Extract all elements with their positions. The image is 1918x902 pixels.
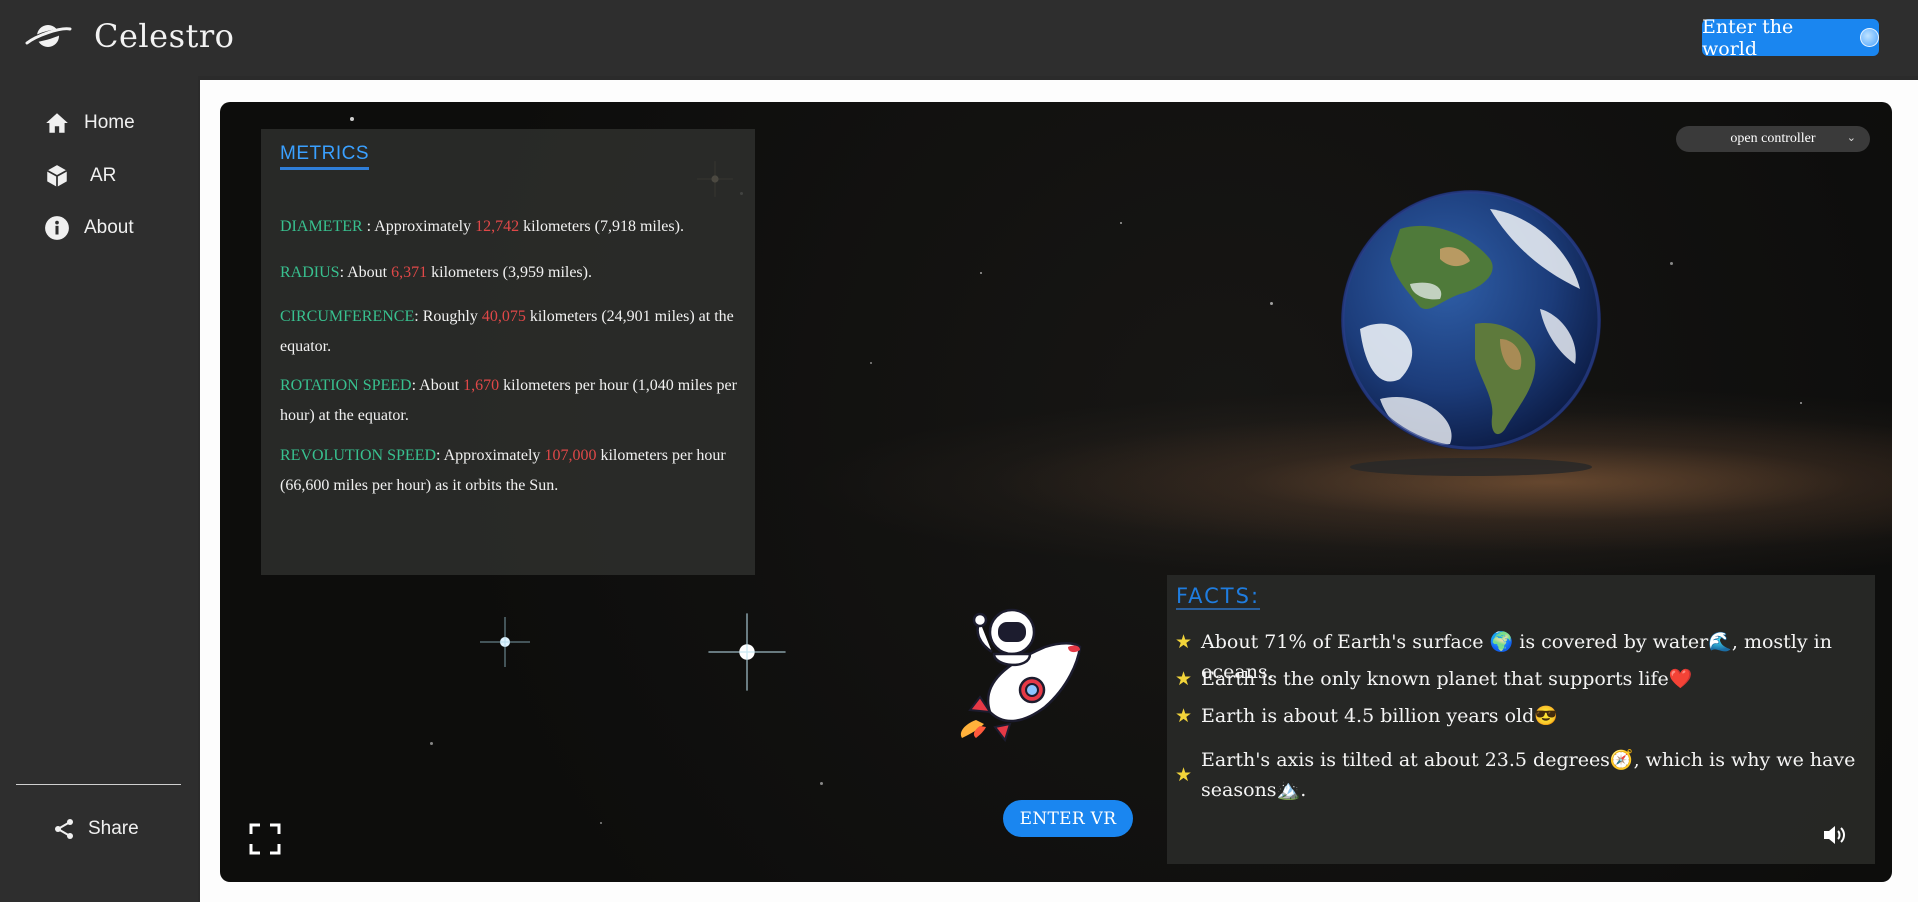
sidebar-item-ar[interactable]: AR	[44, 159, 116, 193]
metrics-panel: METRICS DIAMETER : Approximately 12,742 …	[261, 129, 755, 575]
metric-text: : About	[411, 377, 464, 394]
globe-icon	[1860, 28, 1879, 47]
earth-scene[interactable]: METRICS DIAMETER : Approximately 12,742 …	[220, 102, 1892, 882]
sidebar-item-label: About	[84, 217, 134, 238]
metric-value: 40,075	[481, 308, 526, 325]
brand[interactable]: Celestro	[24, 14, 234, 58]
facts-panel: FACTS: ★ About 71% of Earth's surface 🌍 …	[1167, 575, 1875, 864]
star-icon: ★	[1175, 705, 1193, 727]
star-flare	[708, 613, 786, 691]
sidebar-item-label: AR	[90, 165, 117, 186]
metric-key: REVOLUTION SPEED	[280, 447, 436, 464]
share-label: Share	[88, 818, 139, 839]
metric-value: 6,371	[391, 264, 428, 281]
metric-row-revolution-speed: REVOLUTION SPEED: Approximately 107,000 …	[280, 441, 740, 501]
facts-title: FACTS:	[1176, 584, 1261, 610]
metric-value: 1,670	[463, 377, 500, 394]
share-icon	[55, 819, 73, 839]
chevron-down-icon: ⌄	[1846, 132, 1856, 144]
metric-key: ROTATION SPEED	[280, 377, 412, 394]
sidebar: Home AR About Share	[0, 76, 198, 902]
star-flare	[480, 617, 530, 667]
speaker-icon[interactable]	[1822, 824, 1846, 846]
metric-key: CIRCUMFERENCE	[280, 308, 415, 325]
metric-text: : About	[339, 264, 392, 281]
enter-world-button[interactable]: Enter the world	[1702, 16, 1879, 60]
info-icon	[45, 216, 69, 240]
fact-text: Earth's axis is tilted at about 23.5 deg…	[1201, 749, 1856, 801]
home-icon	[46, 113, 68, 133]
fact-item: ★ Earth is the only known planet that su…	[1175, 664, 1865, 694]
enter-vr-button[interactable]: ENTER VR	[1003, 800, 1133, 837]
brand-name: Celestro	[94, 17, 235, 55]
sidebar-divider	[16, 784, 181, 785]
fact-text: Earth is about 4.5 billion years old😎	[1201, 705, 1558, 727]
open-controller-select[interactable]: open controller ⌄	[1676, 126, 1870, 152]
star	[350, 117, 354, 121]
metric-row-circumference: CIRCUMFERENCE: Roughly 40,075 kilometers…	[280, 302, 740, 362]
star	[1800, 402, 1802, 404]
metric-value: 12,742	[475, 218, 520, 235]
earth-globe[interactable]	[1340, 189, 1602, 451]
astronaut-rocket-illustration	[960, 608, 1082, 742]
sidebar-item-about[interactable]: About	[44, 211, 134, 245]
metric-key: RADIUS	[280, 264, 340, 281]
metric-row-diameter: DIAMETER : Approximately 12,742 kilomete…	[280, 212, 740, 242]
metric-text: kilometers (3,959 miles).	[427, 264, 592, 281]
planet-logo-icon	[25, 25, 72, 47]
star-icon: ★	[1175, 668, 1193, 690]
fact-item: ★ Earth's axis is tilted at about 23.5 d…	[1175, 745, 1865, 805]
star	[820, 782, 823, 785]
fact-item: ★ Earth is about 4.5 billion years old😎	[1175, 701, 1865, 731]
star-icon: ★	[1175, 764, 1193, 786]
star	[1670, 262, 1673, 265]
metric-key: DIAMETER	[280, 218, 363, 235]
metric-text: : Approximately	[362, 218, 476, 235]
star	[600, 822, 602, 824]
cube-icon	[46, 165, 68, 187]
top-bar: Celestro Enter the world	[0, 0, 1918, 76]
star	[870, 362, 872, 364]
star-icon: ★	[1175, 631, 1193, 653]
star	[1270, 302, 1273, 305]
sidebar-item-label: Home	[84, 112, 135, 133]
metrics-title: METRICS	[280, 143, 369, 170]
earth-shadow	[1350, 458, 1592, 476]
share-button[interactable]: Share	[52, 812, 139, 846]
star	[1120, 222, 1122, 224]
metric-text: : Roughly	[414, 308, 482, 325]
controller-label: open controller	[1730, 131, 1816, 146]
enter-world-label: Enter the world	[1702, 15, 1794, 60]
fact-text: Earth is the only known planet that supp…	[1201, 668, 1693, 690]
metric-text: : Approximately	[436, 447, 545, 464]
star	[980, 272, 982, 274]
star	[430, 742, 433, 745]
metric-text: kilometers (7,918 miles).	[519, 218, 684, 235]
metric-row-radius: RADIUS: About 6,371 kilometers (3,959 mi…	[280, 258, 740, 288]
metric-row-rotation-speed: ROTATION SPEED: About 1,670 kilometers p…	[280, 371, 740, 431]
metric-value: 107,000	[544, 447, 597, 464]
fullscreen-icon[interactable]	[249, 823, 281, 855]
sidebar-item-home[interactable]: Home	[44, 106, 135, 140]
